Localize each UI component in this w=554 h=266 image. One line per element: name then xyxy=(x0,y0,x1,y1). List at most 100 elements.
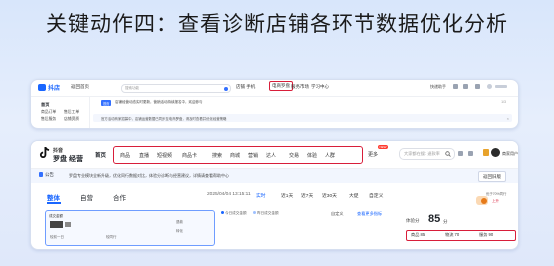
backend-sidebar: 首页 商品订单 售后工单 售后服务 店铺资质 xyxy=(31,97,90,128)
username-label[interactable]: 商家用户 xyxy=(502,151,518,157)
nav-item-influencer[interactable]: 达人 xyxy=(266,152,276,159)
metric-value-redacted-2 xyxy=(65,222,71,227)
sidebar-item-aftersale-service[interactable]: 售后服务 xyxy=(41,117,56,122)
nav-item-product-card[interactable]: 商品卡 xyxy=(182,152,197,159)
nav-item-search[interactable]: 搜索 xyxy=(212,152,222,159)
see-more-metrics-link[interactable]: 查看更多指标 xyxy=(357,211,382,217)
range-7-days[interactable]: 近7天 xyxy=(301,192,313,199)
compass-search-input[interactable]: 大家都在搜: 退款率 xyxy=(399,148,455,160)
avatar[interactable] xyxy=(487,84,492,89)
notice-text[interactable]: 店铺经营动态实时更新，营销活动持续报名中，欢迎参与 xyxy=(115,100,203,105)
douyin-logo-icon[interactable] xyxy=(39,147,50,159)
badge-medal-icon xyxy=(481,198,487,204)
nav-item-mall[interactable]: 商城 xyxy=(230,152,240,159)
legend-today: 今日成交金额 xyxy=(221,211,247,216)
tab-overall[interactable]: 整体 xyxy=(47,192,60,202)
metric-compare-peer: 较同行 xyxy=(106,235,117,239)
sub-score-product[interactable]: 商品 85 xyxy=(411,232,425,238)
backend-search-input[interactable]: 搜索功能 xyxy=(121,84,231,93)
message-icon[interactable] xyxy=(453,84,458,89)
nav-item-live[interactable]: 直播 xyxy=(139,152,149,159)
shop-logo-icon[interactable] xyxy=(483,149,489,156)
data-timestamp: 2025/04/04 13:15:11 xyxy=(207,192,251,197)
brand-top-text: 抖音 xyxy=(53,148,64,154)
badge-up-text: 上升 xyxy=(492,199,499,203)
nav-item-transaction[interactable]: 交易 xyxy=(289,152,299,159)
range-30-days[interactable]: 近30天 xyxy=(322,192,337,199)
announcement-tag: 公告 xyxy=(45,172,54,177)
nav-home[interactable]: 首页 xyxy=(95,151,106,159)
nav-learning-center[interactable]: 学习中心 xyxy=(311,84,329,90)
legend-dot-today xyxy=(221,211,224,214)
doudian-logo-icon xyxy=(38,84,46,91)
doudian-logo[interactable]: 抖店 xyxy=(38,83,60,92)
nav-shop-mobile[interactable]: 店铺 手机 xyxy=(236,84,255,90)
sub-score-service[interactable]: 服务 90 xyxy=(479,232,493,238)
sidebar-item-qualification[interactable]: 店铺资质 xyxy=(64,117,79,122)
nav-item-marketing[interactable]: 营销 xyxy=(248,152,258,159)
nav-item-product[interactable]: 商品 xyxy=(120,152,130,159)
slide-title: 关键动作四：查看诊断店铺各环节数据优化分析 xyxy=(46,12,508,36)
gmv-metric-card[interactable]: 成交金额 较前一日 较同行 退款 转化 xyxy=(45,210,215,246)
avatar[interactable] xyxy=(491,148,500,157)
metric-value-redacted xyxy=(50,221,63,228)
sidebar-item-home[interactable]: 首页 xyxy=(41,102,49,108)
help-icon[interactable] xyxy=(475,84,480,89)
back-home-link[interactable]: 返回首页 xyxy=(71,84,89,90)
compass-search-placeholder: 大家都在搜: 退款率 xyxy=(404,151,440,156)
message-icon[interactable] xyxy=(468,151,473,156)
nav-compass-highlighted[interactable]: 电商罗盘 xyxy=(269,81,293,91)
backend-top-bar: 抖店 返回首页 搜索功能 店铺 手机 电商罗盘 服务市场 学习中心 快递助手 xyxy=(31,80,518,97)
doudian-logo-text: 抖店 xyxy=(48,86,61,92)
tab-self-operated[interactable]: 自营 xyxy=(80,192,93,202)
active-tab-indicator xyxy=(47,202,61,204)
experience-score-unit: 分 xyxy=(443,219,448,224)
tab-cooperation[interactable]: 合作 xyxy=(113,192,126,202)
sub-score-highlight: 商品 85 物流 70 服务 90 xyxy=(406,230,516,241)
metric-right-conversion: 转化 xyxy=(176,229,183,233)
bell-icon[interactable] xyxy=(463,84,468,89)
experience-score-value[interactable]: 85 xyxy=(428,213,440,225)
notice-tag: 首页 xyxy=(101,100,112,106)
range-1-day[interactable]: 近1天 xyxy=(281,192,293,199)
metric-right-refund: 退款 xyxy=(176,220,183,224)
sub-score-logistics[interactable]: 物流 70 xyxy=(445,232,459,238)
doudian-backend-card: 抖店 返回首页 搜索功能 店铺 手机 电商罗盘 服务市场 学习中心 快递助手 首… xyxy=(30,79,519,129)
close-icon[interactable]: × xyxy=(507,116,509,121)
range-promotion[interactable]: 大促 xyxy=(349,192,359,199)
compass-card: 抖音 罗盘 经营 首页 商品 直播 短视频 商品卡 搜索 商城 营销 达人 交易… xyxy=(30,140,519,250)
legend-dot-yesterday xyxy=(253,211,256,214)
sidebar-item-aftersale-tickets[interactable]: 售后工单 xyxy=(64,110,79,115)
announcement-text[interactable]: 罗盘专业模块全新升级，优化同行数据对比，体验分诊断与经营建议，详情请查看帮助中心 xyxy=(69,173,229,179)
user-name-redacted xyxy=(495,85,507,88)
notification-icon[interactable] xyxy=(458,151,463,156)
nav-service-market[interactable]: 服务市场 xyxy=(291,84,309,90)
legend-yesterday: 昨日成交金额 xyxy=(253,211,279,216)
nav-item-experience[interactable]: 体验 xyxy=(307,152,317,159)
range-realtime[interactable]: 实时 xyxy=(256,192,266,199)
nav-item-audience[interactable]: 人群 xyxy=(325,152,335,159)
announcement-icon xyxy=(39,172,43,177)
nav-more[interactable]: 更多 xyxy=(368,151,378,158)
module-nav-highlight: 商品 直播 短视频 商品卡 搜索 商城 营销 达人 交易 体验 人群 xyxy=(113,146,363,164)
metric-label: 成交金额 xyxy=(49,214,63,218)
warning-text: 官方活动商家招募中，店铺运营数据已同步至电商罗盘，请及时查看并优化经营策略 xyxy=(101,116,227,121)
legend-yesterday-label: 昨日成交金额 xyxy=(257,211,279,215)
experience-score-label: 体验分 xyxy=(406,218,420,223)
notice-row: 首页 店铺经营动态实时更新，营销活动持续报名中，欢迎参与 1/3 xyxy=(91,99,512,107)
sidebar-item-orders[interactable]: 商品订单 xyxy=(41,110,56,115)
brand-bottom-text: 罗盘 经营 xyxy=(53,156,83,163)
custom-metrics-button[interactable]: 自定义 xyxy=(331,211,344,217)
nav-item-short-video[interactable]: 短视频 xyxy=(157,152,172,159)
metric-compare: 较前一日 xyxy=(50,235,64,239)
notice-pager[interactable]: 1/3 xyxy=(501,100,506,104)
back-to-old-version-button[interactable]: 返回旧版 xyxy=(478,171,506,182)
search-placeholder: 搜索功能 xyxy=(125,86,139,90)
search-icon[interactable] xyxy=(224,86,228,91)
search-icon[interactable] xyxy=(445,151,451,157)
new-badge: NEW xyxy=(378,145,388,149)
experience-badge: 优于70%同行 上升 xyxy=(474,189,514,207)
express-helper-link[interactable]: 快递助手 xyxy=(430,84,446,90)
range-custom[interactable]: 自定义 xyxy=(369,192,383,199)
warning-bar: 官方活动商家招募中，店铺运营数据已同步至电商罗盘，请及时查看并优化经营策略 × xyxy=(93,114,512,122)
